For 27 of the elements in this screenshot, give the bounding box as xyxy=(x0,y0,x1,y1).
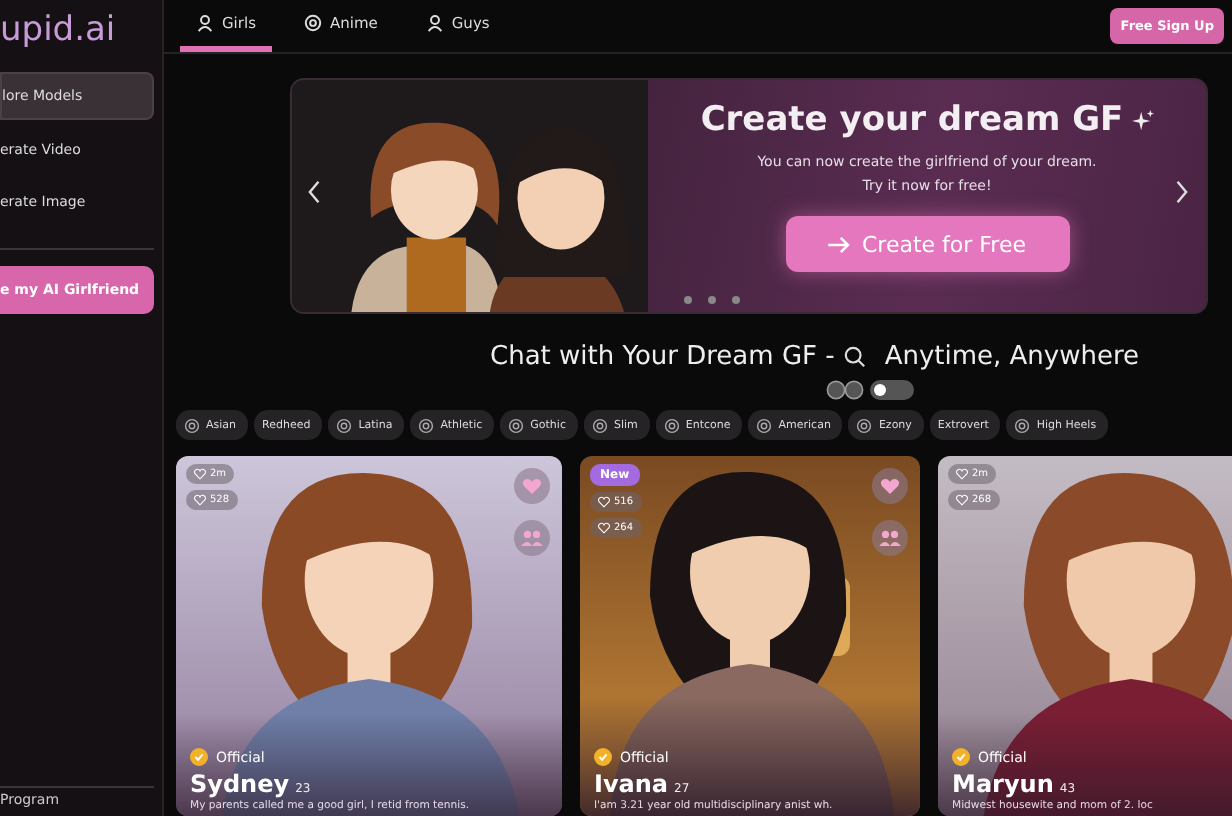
verified-icon xyxy=(594,748,612,766)
sparkle-icon xyxy=(1131,109,1154,131)
logo[interactable]: upid.ai xyxy=(0,8,154,68)
heart-icon xyxy=(194,468,206,480)
heart-icon xyxy=(194,494,206,506)
heart-icon xyxy=(956,494,968,506)
arrow-icon xyxy=(827,235,850,253)
next-icon[interactable] xyxy=(1174,180,1188,204)
heart-icon xyxy=(598,522,610,534)
heart-icon xyxy=(598,496,610,508)
banner-title: Create your dream GF xyxy=(700,100,1124,140)
person-icon xyxy=(425,14,444,32)
section-heading: Chat with Your Dream GF - xyxy=(490,341,835,371)
character-name: Maryun xyxy=(952,770,1054,798)
previous-icon[interactable] xyxy=(308,180,322,204)
search-icon xyxy=(844,345,867,367)
heart-icon xyxy=(956,468,968,480)
avatars-icon xyxy=(826,380,866,400)
toggle-switch[interactable] xyxy=(870,380,914,400)
verified-icon xyxy=(190,748,208,766)
carousel-dots[interactable] xyxy=(684,296,740,304)
section-heading: Anytime, Anywhere xyxy=(884,341,1140,371)
person-icon xyxy=(196,14,214,32)
character-name: Ivana xyxy=(594,770,669,798)
verified-icon xyxy=(952,748,970,766)
people-icon[interactable] xyxy=(872,520,908,556)
character-name: Sydney xyxy=(190,770,290,798)
